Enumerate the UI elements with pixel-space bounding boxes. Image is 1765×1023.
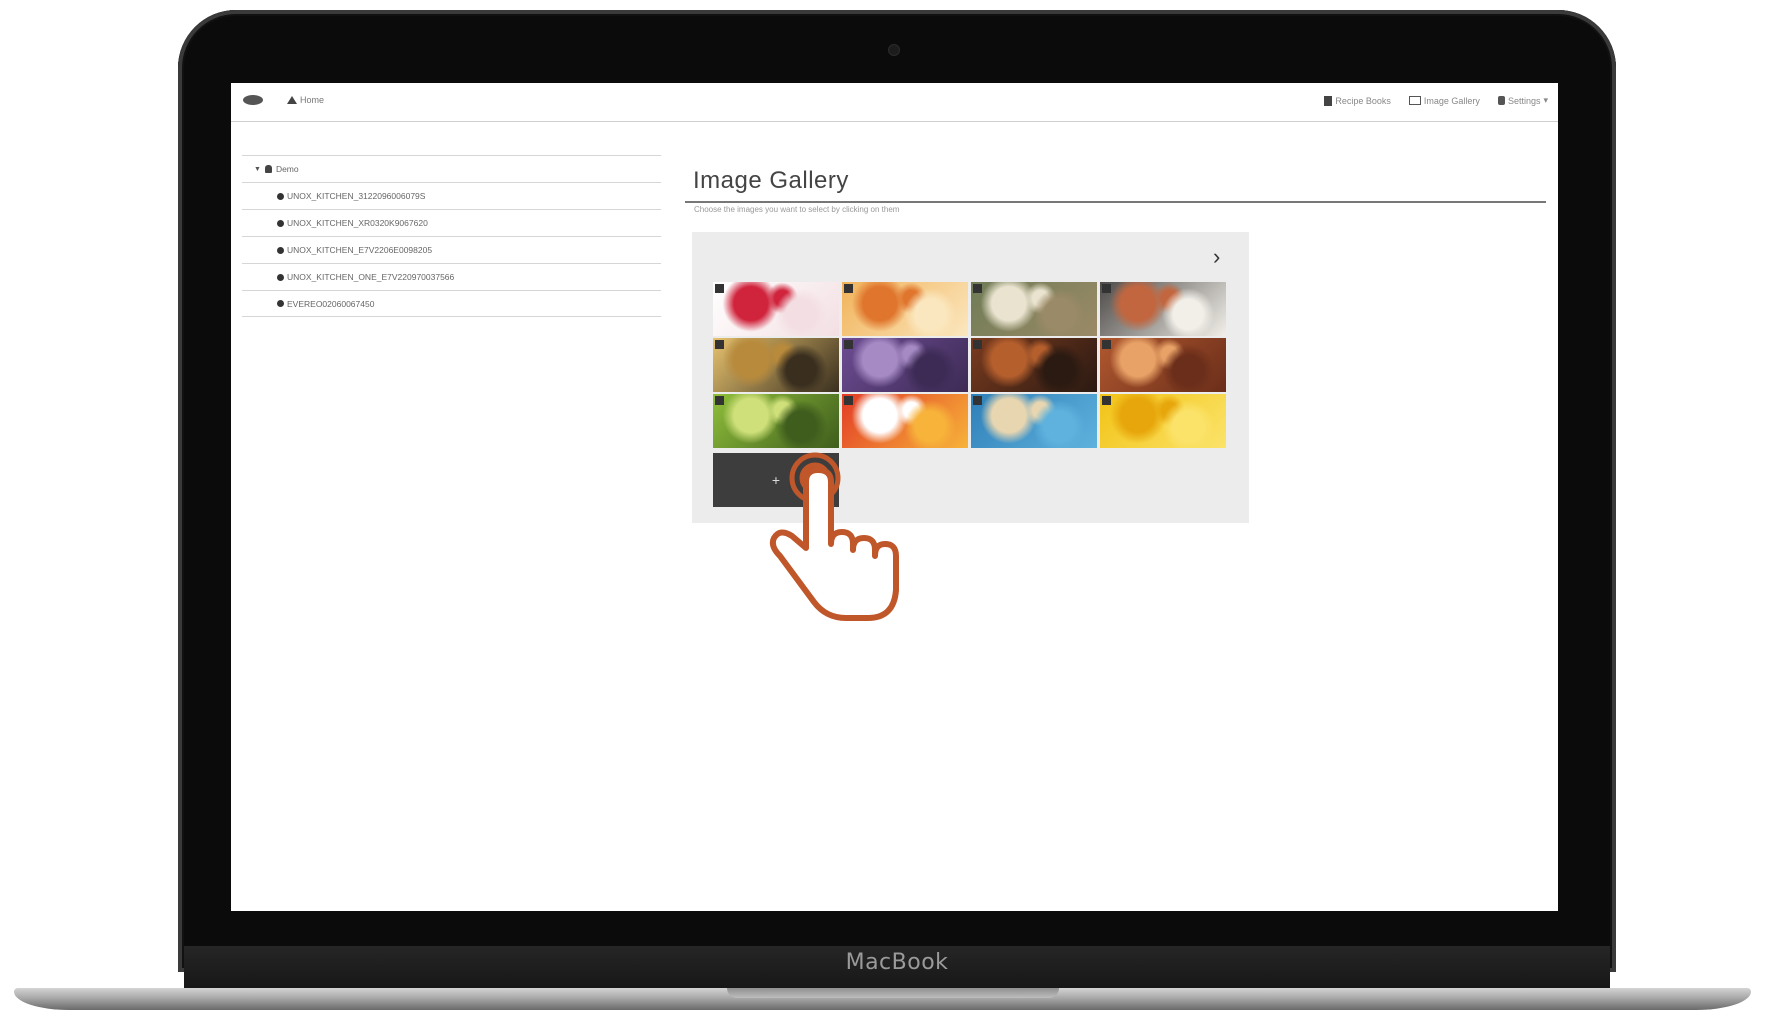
image-grid xyxy=(713,282,1227,448)
food-image-roast-meat[interactable] xyxy=(971,338,1097,392)
select-checkbox[interactable] xyxy=(844,284,853,293)
tree-item[interactable]: UNOX_KITCHEN_XR0320K9067620 xyxy=(242,209,661,236)
picture-icon xyxy=(1408,96,1421,105)
title-divider xyxy=(685,201,1546,203)
select-checkbox[interactable] xyxy=(1102,340,1111,349)
nav-settings[interactable]: Settings ▾ xyxy=(1497,95,1548,106)
tree-item-label: UNOX_KITCHEN_3122096006079S xyxy=(287,191,426,201)
book-icon xyxy=(1324,95,1333,106)
page-subtitle: Choose the images you want to select by … xyxy=(694,205,900,214)
tree-item-label: UNOX_KITCHEN_XR0320K9067620 xyxy=(287,218,428,228)
select-checkbox[interactable] xyxy=(715,340,724,349)
food-image-saffron-rice[interactable] xyxy=(1100,394,1226,448)
device-icon xyxy=(277,300,284,307)
food-image-berry-tart[interactable] xyxy=(713,282,839,336)
caret-down-icon: ▾ xyxy=(1543,95,1548,105)
select-checkbox[interactable] xyxy=(844,396,853,405)
device-tree: ▼ Demo UNOX_KITCHEN_3122096006079S UNOX_… xyxy=(242,155,661,317)
food-image-baked-dish[interactable] xyxy=(1100,338,1226,392)
tree-item[interactable]: UNOX_KITCHEN_ONE_E7V220970037566 xyxy=(242,263,661,290)
food-image-green-peppers[interactable] xyxy=(713,394,839,448)
select-checkbox[interactable] xyxy=(844,340,853,349)
food-image-seafood-plate[interactable] xyxy=(971,394,1097,448)
user-icon xyxy=(264,165,272,173)
select-checkbox[interactable] xyxy=(1102,284,1111,293)
device-icon xyxy=(277,273,284,281)
food-image-crepes[interactable] xyxy=(842,282,968,336)
nav-right-menu: Recipe Books Image Gallery Settings ▾ xyxy=(1324,95,1548,106)
nav-recipe-books[interactable]: Recipe Books xyxy=(1324,95,1391,106)
nav-settings-label: Settings xyxy=(1507,95,1541,106)
device-icon xyxy=(277,219,284,227)
nav-home-link[interactable]: Home xyxy=(287,95,324,105)
device-icon xyxy=(277,246,284,254)
tree-item-label: UNOX_KITCHEN_E7V2206E0098205 xyxy=(287,245,433,255)
chevron-right-icon[interactable]: › xyxy=(1213,246,1220,268)
device-icon xyxy=(277,192,284,200)
nav-image-gallery[interactable]: Image Gallery xyxy=(1408,95,1480,106)
tree-item-label: UNOX_KITCHEN_ONE_E7V220970037566 xyxy=(287,272,455,282)
food-image-canapes[interactable] xyxy=(1100,282,1226,336)
gear-icon xyxy=(1497,96,1505,105)
food-image-tomato-salad[interactable] xyxy=(842,394,968,448)
page-title: Image Gallery xyxy=(693,167,849,194)
tree-root-label: Demo xyxy=(275,164,299,174)
laptop-hinge-notch xyxy=(727,988,1059,998)
tap-hand-cursor-icon xyxy=(769,452,899,621)
select-checkbox[interactable] xyxy=(715,284,724,293)
select-checkbox[interactable] xyxy=(973,284,982,293)
select-checkbox[interactable] xyxy=(973,340,982,349)
home-icon xyxy=(287,96,297,104)
food-image-dumplings-plate[interactable] xyxy=(971,282,1097,336)
nav-home-label: Home xyxy=(300,95,325,105)
tree-root-demo[interactable]: ▼ Demo xyxy=(242,155,661,182)
select-checkbox[interactable] xyxy=(1102,396,1111,405)
nav-image-gallery-label: Image Gallery xyxy=(1423,95,1480,106)
navbar: Home Recipe Books Image Gallery Settings… xyxy=(231,83,1558,122)
camera xyxy=(888,44,900,56)
nav-recipe-books-label: Recipe Books xyxy=(1335,95,1391,106)
select-checkbox[interactable] xyxy=(715,396,724,405)
tree-item-label: EVEREO02060067450 xyxy=(287,298,375,309)
brand-label: MacBook xyxy=(845,950,949,975)
collapse-caret-icon[interactable]: ▼ xyxy=(254,166,261,173)
food-image-flatbread[interactable] xyxy=(713,338,839,392)
logo[interactable] xyxy=(243,95,263,105)
food-image-purple-potatoes[interactable] xyxy=(842,338,968,392)
tree-item[interactable]: UNOX_KITCHEN_E7V2206E0098205 xyxy=(242,236,661,263)
select-checkbox[interactable] xyxy=(973,396,982,405)
tree-item[interactable]: UNOX_KITCHEN_3122096006079S xyxy=(242,182,661,209)
tree-item[interactable]: EVEREO02060067450 xyxy=(242,290,661,317)
